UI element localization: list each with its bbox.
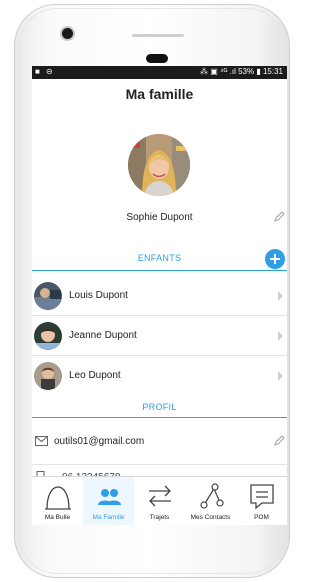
status-system-info: ⁂ ▣ ⁴ᴳ .ıl 53% ▮ 15:31 bbox=[200, 67, 283, 76]
bubble-icon bbox=[45, 486, 71, 510]
edit-pencil-icon[interactable] bbox=[273, 211, 285, 223]
bottom-tab-bar: Ma Bulle Ma Famille Trajets Mes Contacts… bbox=[32, 476, 287, 525]
app-screen: ■ ⊝ ⁂ ▣ ⁴ᴳ .ıl 53% ▮ 15:31 Ma famille So… bbox=[32, 66, 287, 525]
tab-mes-contacts[interactable]: Mes Contacts bbox=[185, 477, 236, 525]
tab-label: POM bbox=[254, 514, 269, 521]
children-section-divider bbox=[32, 270, 287, 271]
front-camera bbox=[62, 28, 73, 39]
child-name: Louis Dupont bbox=[69, 290, 128, 301]
tab-ma-bulle[interactable]: Ma Bulle bbox=[32, 477, 83, 525]
tab-ma-famille[interactable]: Ma Famille bbox=[83, 477, 134, 525]
profile-section-divider bbox=[32, 417, 287, 418]
profile-name: Sophie Dupont bbox=[126, 212, 193, 223]
family-icon bbox=[98, 489, 121, 505]
page-title: Ma famille bbox=[125, 86, 194, 102]
tab-trajets[interactable]: Trajets bbox=[134, 477, 185, 525]
child-avatar bbox=[34, 362, 62, 390]
child-photo-louis bbox=[34, 282, 62, 310]
child-name: Jeanne Dupont bbox=[69, 330, 137, 341]
child-avatar bbox=[34, 282, 62, 310]
network-icon bbox=[200, 483, 224, 509]
chevron-right-icon bbox=[278, 371, 283, 381]
child-avatar bbox=[34, 322, 62, 350]
tab-pom[interactable]: POM bbox=[236, 477, 287, 525]
child-list-item[interactable]: Leo Dupont bbox=[32, 355, 287, 395]
child-photo-jeanne bbox=[34, 322, 62, 350]
edit-pencil-icon[interactable] bbox=[273, 435, 285, 447]
chevron-right-icon bbox=[278, 331, 283, 341]
child-name: Leo Dupont bbox=[69, 370, 121, 381]
row-divider bbox=[32, 464, 287, 465]
status-notification-icons: ■ ⊝ bbox=[35, 67, 55, 76]
profile-section-title: PROFIL bbox=[142, 402, 177, 412]
tab-label: Trajets bbox=[149, 514, 170, 521]
swap-arrows-icon bbox=[149, 485, 171, 507]
message-icon bbox=[250, 484, 274, 510]
add-child-button[interactable] bbox=[265, 249, 285, 269]
children-section-title: ENFANTS bbox=[137, 253, 182, 263]
email-row[interactable]: outils01@gmail.com bbox=[32, 429, 287, 455]
chevron-right-icon bbox=[278, 291, 283, 301]
tab-label: Ma Bulle bbox=[44, 514, 71, 521]
earpiece-speaker bbox=[146, 54, 168, 63]
child-list-item[interactable]: Louis Dupont bbox=[32, 275, 287, 315]
child-photo-leo bbox=[34, 362, 62, 390]
email-value: outils01@gmail.com bbox=[54, 436, 145, 447]
envelope-icon bbox=[35, 436, 48, 446]
child-list-item[interactable]: Jeanne Dupont bbox=[32, 315, 287, 355]
tab-label: Ma Famille bbox=[92, 514, 125, 521]
status-bar: ■ ⊝ ⁂ ▣ ⁴ᴳ .ıl 53% ▮ 15:31 bbox=[32, 66, 287, 79]
profile-avatar[interactable] bbox=[128, 134, 190, 196]
profile-photo bbox=[128, 134, 190, 196]
plus-icon bbox=[270, 254, 280, 264]
top-sensor bbox=[132, 34, 184, 37]
tab-label: Mes Contacts bbox=[190, 514, 231, 521]
